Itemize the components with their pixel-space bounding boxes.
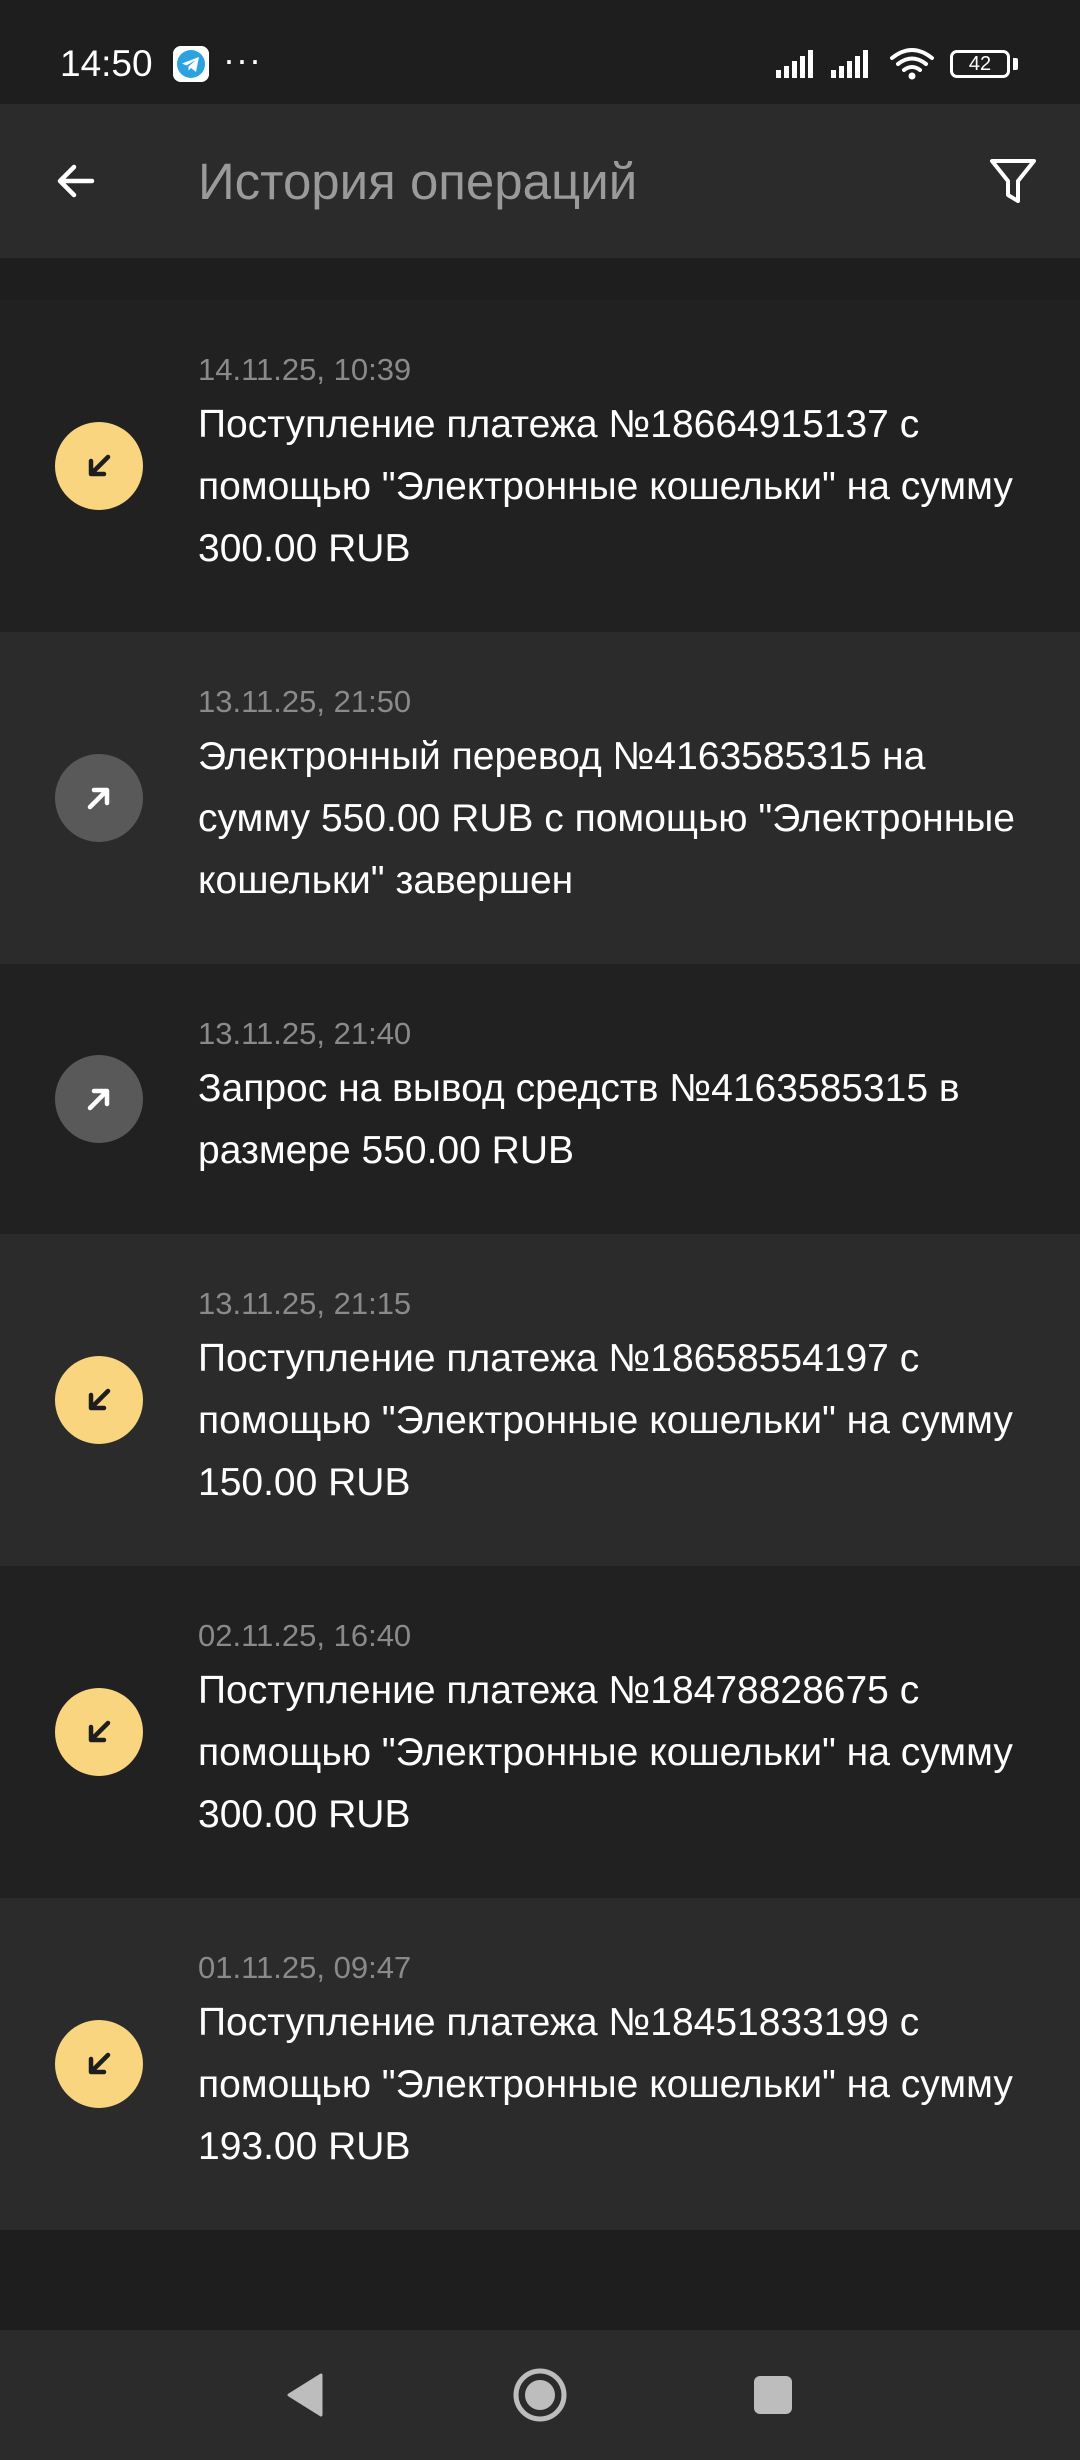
signal-icon xyxy=(831,50,868,78)
app-bar: История операций xyxy=(0,104,1080,258)
nav-home-button[interactable] xyxy=(500,2355,580,2435)
filter-icon xyxy=(990,159,1036,203)
transaction-date: 02.11.25, 16:40 xyxy=(198,1618,412,1653)
telegram-icon xyxy=(173,46,209,82)
signal-icon xyxy=(776,50,813,78)
system-nav-bar xyxy=(0,2330,1080,2460)
transaction-date: 13.11.25, 21:50 xyxy=(198,684,412,719)
transaction-item[interactable]: 13.11.25, 21:15 Поступление платежа №186… xyxy=(0,1234,1080,1566)
transaction-description: Электронный перевод №4163585315 на сумму… xyxy=(198,735,1015,902)
back-button[interactable] xyxy=(36,141,116,221)
more-notifications-icon: ··· xyxy=(223,39,262,80)
arrow-down-left-icon xyxy=(55,1688,143,1776)
transaction-description: Запрос на вывод средств №4163585315 в ра… xyxy=(198,1067,960,1172)
transaction-description: Поступление платежа №18451833199 с помощ… xyxy=(198,2001,1013,2168)
arrow-down-left-icon xyxy=(55,2020,143,2108)
transaction-description: Поступление платежа №18664915137 с помощ… xyxy=(198,403,1013,570)
battery-cap xyxy=(1013,58,1018,70)
transaction-item[interactable]: 02.11.25, 16:40 Поступление платежа №184… xyxy=(0,1566,1080,1898)
transactions-list: 14.11.25, 10:39 Поступление платежа №186… xyxy=(0,300,1080,2230)
status-time: 14:50 xyxy=(60,43,153,84)
transaction-description: Поступление платежа №18658554197 с помощ… xyxy=(198,1337,1013,1504)
arrow-down-left-icon xyxy=(55,422,143,510)
transaction-item[interactable]: 13.11.25, 21:50 Электронный перевод №416… xyxy=(0,632,1080,964)
nav-recents-icon xyxy=(754,2376,792,2414)
transaction-date: 13.11.25, 21:15 xyxy=(198,1286,412,1321)
nav-home-icon xyxy=(513,2368,567,2422)
battery-icon: 42 xyxy=(950,50,1010,78)
page-title: История операций xyxy=(198,153,638,210)
transaction-item[interactable]: 13.11.25, 21:40 Запрос на вывод средств … xyxy=(0,964,1080,1234)
nav-back-button[interactable] xyxy=(265,2355,345,2435)
arrow-left-icon xyxy=(57,164,95,198)
arrow-up-right-icon xyxy=(55,1055,143,1143)
wifi-icon xyxy=(890,48,934,80)
nav-back-icon xyxy=(287,2373,323,2417)
transaction-date: 13.11.25, 21:40 xyxy=(198,1016,412,1051)
transaction-item[interactable]: 14.11.25, 10:39 Поступление платежа №186… xyxy=(0,300,1080,632)
filter-button[interactable] xyxy=(973,141,1053,221)
nav-recents-button[interactable] xyxy=(733,2355,813,2435)
status-bar: 14:50 ··· 42 xyxy=(0,0,1080,104)
arrow-down-left-icon xyxy=(55,1356,143,1444)
transaction-date: 14.11.25, 10:39 xyxy=(198,352,412,387)
transaction-item[interactable]: 01.11.25, 09:47 Поступление платежа №184… xyxy=(0,1898,1080,2230)
transaction-date: 01.11.25, 09:47 xyxy=(198,1950,412,1985)
arrow-up-right-icon xyxy=(55,754,143,842)
transaction-description: Поступление платежа №18478828675 с помощ… xyxy=(198,1669,1013,1836)
